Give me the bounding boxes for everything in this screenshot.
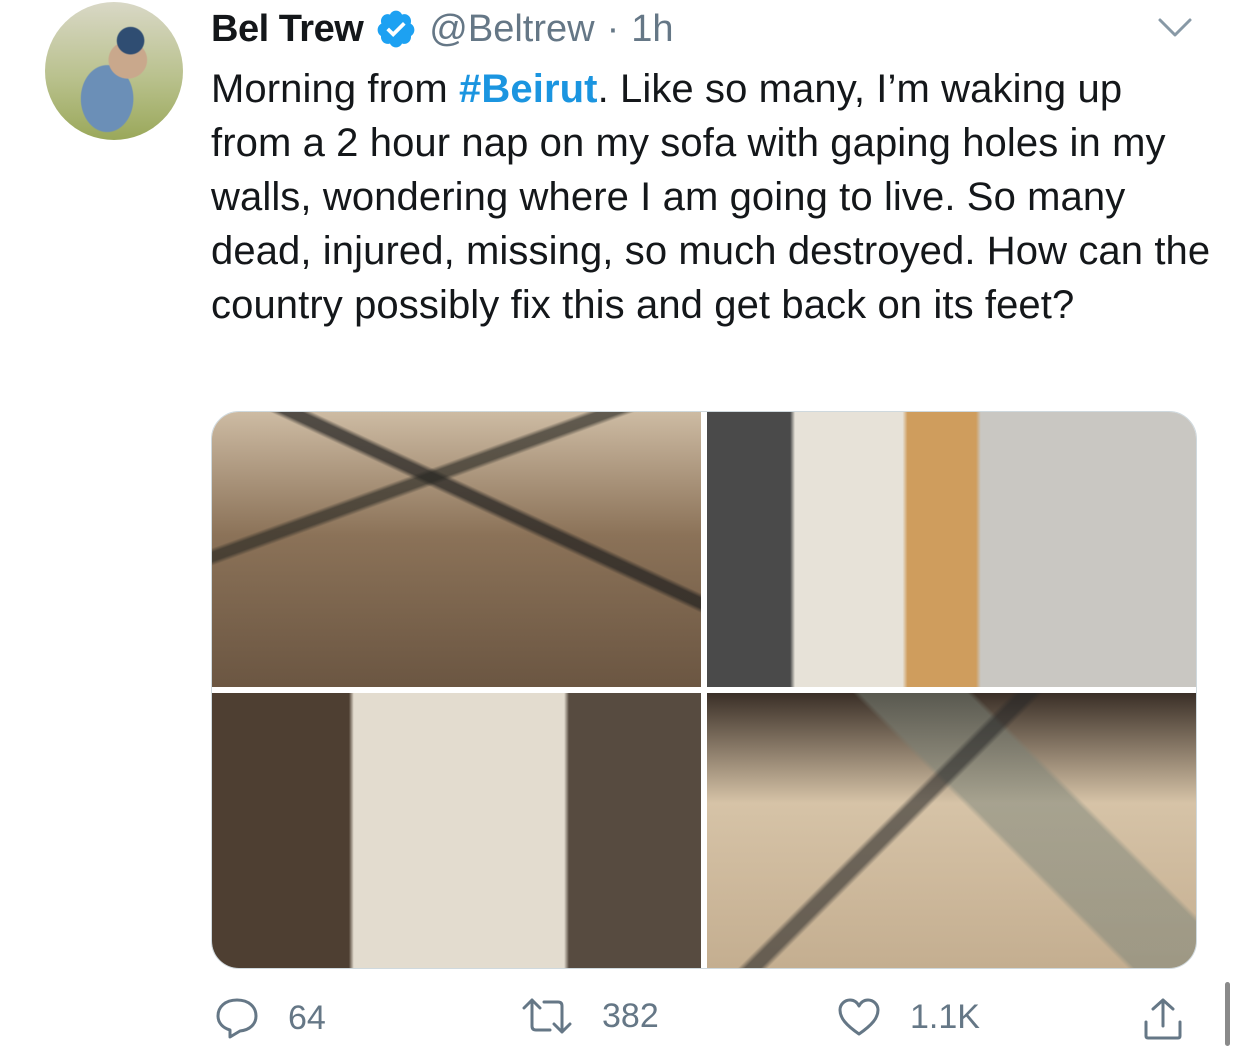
like-icon [836, 996, 882, 1038]
hashtag-link[interactable]: #Beirut [459, 67, 598, 111]
photo-broken-glass[interactable] [707, 693, 1196, 968]
photo-damaged-room[interactable] [212, 412, 701, 687]
chevron-down-icon[interactable] [1157, 14, 1193, 42]
tweet-actions: 64 382 1.1K [0, 996, 1242, 1046]
reply-count: 64 [288, 998, 326, 1037]
share-button[interactable] [1140, 996, 1186, 1042]
like-button[interactable]: 1.1K [836, 996, 980, 1038]
timestamp[interactable]: 1h [631, 8, 673, 51]
share-icon [1140, 996, 1186, 1042]
photo-shattered-doorway[interactable] [212, 693, 701, 968]
author-handle[interactable]: @Beltrew [429, 8, 594, 51]
photo-broken-window[interactable] [707, 412, 1196, 687]
tweet-text: Morning from #Beirut. Like so many, I’m … [211, 62, 1211, 332]
tweet-text-start: Morning from [211, 67, 460, 111]
retweet-count: 382 [602, 996, 659, 1035]
tweet-header: Bel Trew @Beltrew · 1h [211, 4, 674, 54]
like-count: 1.1K [910, 997, 980, 1036]
reply-button[interactable]: 64 [214, 996, 326, 1040]
retweet-button[interactable]: 382 [520, 996, 659, 1036]
reply-icon [214, 996, 260, 1040]
avatar[interactable] [45, 2, 183, 140]
scrollbar[interactable] [1225, 982, 1230, 1046]
verified-badge-icon [375, 8, 417, 50]
timestamp-separator: · [606, 7, 620, 50]
media-grid [211, 411, 1197, 969]
author-name[interactable]: Bel Trew [211, 8, 364, 51]
retweet-icon [520, 996, 574, 1036]
